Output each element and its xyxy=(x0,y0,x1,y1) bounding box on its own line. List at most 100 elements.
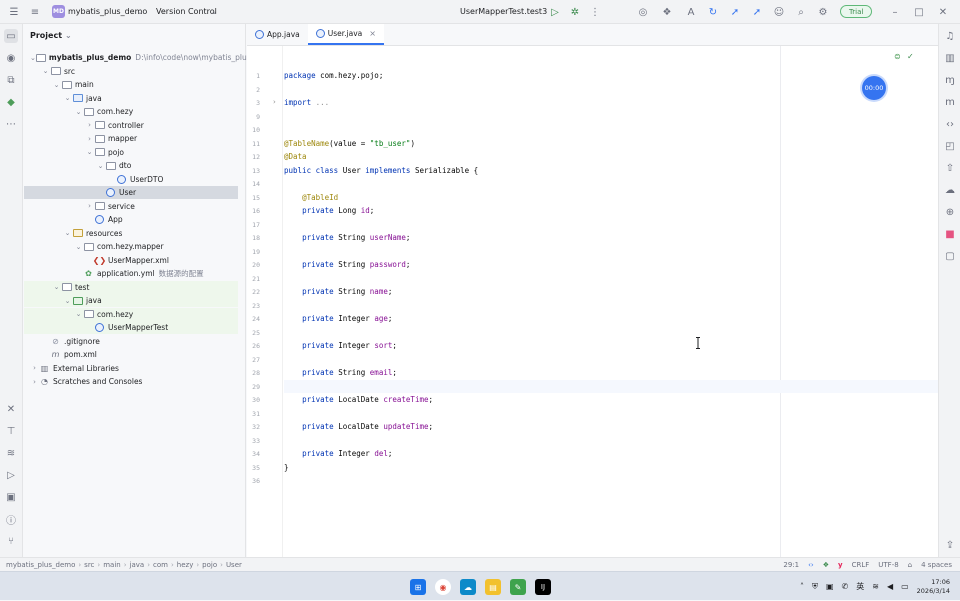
tree-item[interactable]: ⌄ pojo xyxy=(24,146,238,159)
file-explorer-icon[interactable]: ▤ xyxy=(485,579,501,595)
breadcrumb-item[interactable]: com xyxy=(153,561,168,569)
build-icon[interactable]: ⊤ xyxy=(4,424,18,438)
timer-badge[interactable]: 00:00 xyxy=(862,76,886,100)
layout-icon[interactable]: ▢ xyxy=(943,249,957,263)
hamburger-menu-icon[interactable]: ≡ xyxy=(28,5,42,19)
code-line[interactable]: private LocalDate createTime; xyxy=(284,393,433,406)
folder-icon[interactable]: ▭ xyxy=(4,29,18,43)
chevron-right-icon[interactable]: › xyxy=(30,364,39,372)
tree-item[interactable]: › ◔ Scratches and Consoles xyxy=(24,375,238,388)
translate-icon[interactable]: A xyxy=(684,5,698,19)
breadcrumb-item[interactable]: java xyxy=(130,561,145,569)
app-tray-icon[interactable]: ▣ xyxy=(826,582,834,591)
line-ending[interactable]: CRLF xyxy=(852,561,870,569)
y-plugin-icon[interactable]: y xyxy=(838,561,843,569)
ai-chat-icon[interactable]: ◰ xyxy=(943,139,957,153)
editor-app-icon[interactable]: ✎ xyxy=(510,579,526,595)
endpoints-icon[interactable]: ⊕ xyxy=(943,205,957,219)
code-line[interactable]: @Data xyxy=(284,150,307,163)
tree-item[interactable]: ⌄ java xyxy=(24,294,238,307)
plugin-icon[interactable]: ❖ xyxy=(823,561,829,569)
ime-indicator[interactable]: 英 xyxy=(856,581,864,592)
code-line[interactable]: private String password; xyxy=(284,258,410,271)
code-line[interactable]: public class User implements Serializabl… xyxy=(284,164,478,177)
windows-start-icon[interactable]: ⊞ xyxy=(410,579,426,595)
chevron-down-icon[interactable]: ⌄ xyxy=(133,5,147,19)
close-icon[interactable]: × xyxy=(369,29,376,38)
chevron-right-icon[interactable]: › xyxy=(85,202,94,210)
intellij-icon[interactable]: IJ xyxy=(535,579,551,595)
tree-item[interactable]: ⌄ src xyxy=(24,65,238,78)
maven-icon[interactable]: m xyxy=(943,95,957,109)
caret-position[interactable]: 29:1 xyxy=(783,561,799,569)
tree-item[interactable]: ⌄ com.hezy xyxy=(24,105,238,118)
chevron-down-icon[interactable]: ⌄ xyxy=(63,297,72,305)
problems-icon[interactable]: ⓘ xyxy=(4,512,18,527)
tree-item[interactable]: › mapper xyxy=(24,132,238,145)
reader-mode-icon[interactable]: ⊜ xyxy=(894,52,901,61)
search-icon[interactable]: ⌕ xyxy=(794,5,808,19)
chevron-down-icon[interactable]: ⌄ xyxy=(63,94,72,102)
terminal-icon[interactable]: ▣ xyxy=(4,490,18,504)
tree-item[interactable]: ⌄ com.hezy xyxy=(24,307,238,321)
wifi-icon[interactable]: ≋ xyxy=(872,582,879,591)
code-line[interactable]: private Integer del; xyxy=(284,447,392,460)
tree-item[interactable]: m pom.xml xyxy=(24,348,238,361)
tree-item[interactable]: UserMapperTest xyxy=(24,321,238,334)
run-icon[interactable]: ▷ xyxy=(4,468,18,482)
commit-icon[interactable]: ◉ xyxy=(4,51,18,65)
chevron-down-icon[interactable]: ⌄ xyxy=(63,229,72,237)
editor-tab[interactable]: App.java xyxy=(247,24,308,45)
battery-icon[interactable]: ▭ xyxy=(901,582,909,591)
file-encoding[interactable]: UTF-8 xyxy=(878,561,898,569)
project-panel-header[interactable]: Project ⌄ xyxy=(24,24,245,46)
services-icon[interactable]: ✕ xyxy=(4,402,18,416)
tree-item[interactable]: › service xyxy=(24,200,238,213)
project-badge[interactable]: MD xyxy=(52,5,65,18)
tree-item[interactable]: ⌄ resources xyxy=(24,227,238,240)
code-line[interactable]: private String email; xyxy=(284,366,397,379)
minimize-icon[interactable]: – xyxy=(888,5,902,19)
tree-item[interactable]: › controller xyxy=(24,119,238,132)
plugin-icon[interactable]: ❖ xyxy=(660,5,674,19)
tree-item[interactable]: › ▥ External Libraries xyxy=(24,362,238,375)
deploy-icon[interactable]: ⇧ xyxy=(943,161,957,175)
ai-assistant-icon[interactable]: ◎ xyxy=(636,5,650,19)
account-icon[interactable]: ☺ xyxy=(772,5,786,19)
plugin-icon[interactable]: ◆ xyxy=(4,95,18,109)
chevron-right-icon[interactable]: › xyxy=(85,135,94,143)
upload-icon[interactable]: ⇪ xyxy=(943,538,957,552)
cloud-icon[interactable]: ☁ xyxy=(943,183,957,197)
tree-item[interactable]: ⌄ dto xyxy=(24,159,238,172)
indent-setting[interactable]: 4 spaces xyxy=(921,561,952,569)
fold-chevron-icon[interactable]: › xyxy=(273,98,276,106)
chrome-icon[interactable]: ◉ xyxy=(435,579,451,595)
tree-item[interactable]: ⌄ mybatis_plus_demo D:\info\code\now\mybat… xyxy=(24,51,276,64)
chevron-down-icon[interactable]: ⌄ xyxy=(65,31,72,40)
close-icon[interactable]: ✕ xyxy=(936,5,950,19)
shield-icon[interactable]: ⛨ xyxy=(812,582,818,592)
deploy-icon[interactable]: ➚ xyxy=(728,5,742,19)
volume-icon[interactable]: ◀ xyxy=(887,582,893,591)
chevron-down-icon[interactable]: ⌄ xyxy=(41,67,50,75)
chevron-up-icon[interactable]: ˄ xyxy=(800,582,804,591)
chevron-down-icon[interactable]: ⌄ xyxy=(52,283,61,291)
database-icon[interactable]: ▥ xyxy=(943,51,957,65)
breadcrumb-item[interactable]: src xyxy=(84,561,94,569)
chevron-down-icon[interactable]: ⌄ xyxy=(74,310,83,318)
maximize-icon[interactable]: □ xyxy=(912,5,926,19)
run-icon[interactable]: ▷ xyxy=(548,5,562,19)
tree-item[interactable]: ⊘ .gitignore xyxy=(24,335,238,348)
more-icon[interactable]: ⋯ xyxy=(4,117,18,131)
code-icon[interactable]: ‹› xyxy=(943,117,957,131)
settings-icon[interactable]: ⚙ xyxy=(816,5,830,19)
structure-icon[interactable]: ⧉ xyxy=(4,73,18,87)
chevron-right-icon[interactable]: › xyxy=(85,121,94,129)
chevron-down-icon[interactable]: ⌄ xyxy=(52,81,61,89)
tree-item[interactable]: ❮❯ UserMapper.xml xyxy=(24,254,238,267)
chevron-down-icon[interactable]: ⌄ xyxy=(96,162,105,170)
tree-item[interactable]: User xyxy=(24,186,238,199)
more-icon[interactable]: ⋮ xyxy=(588,5,602,19)
code-line[interactable]: private String userName; xyxy=(284,231,410,244)
chevron-down-icon[interactable]: ⌄ xyxy=(85,148,94,156)
